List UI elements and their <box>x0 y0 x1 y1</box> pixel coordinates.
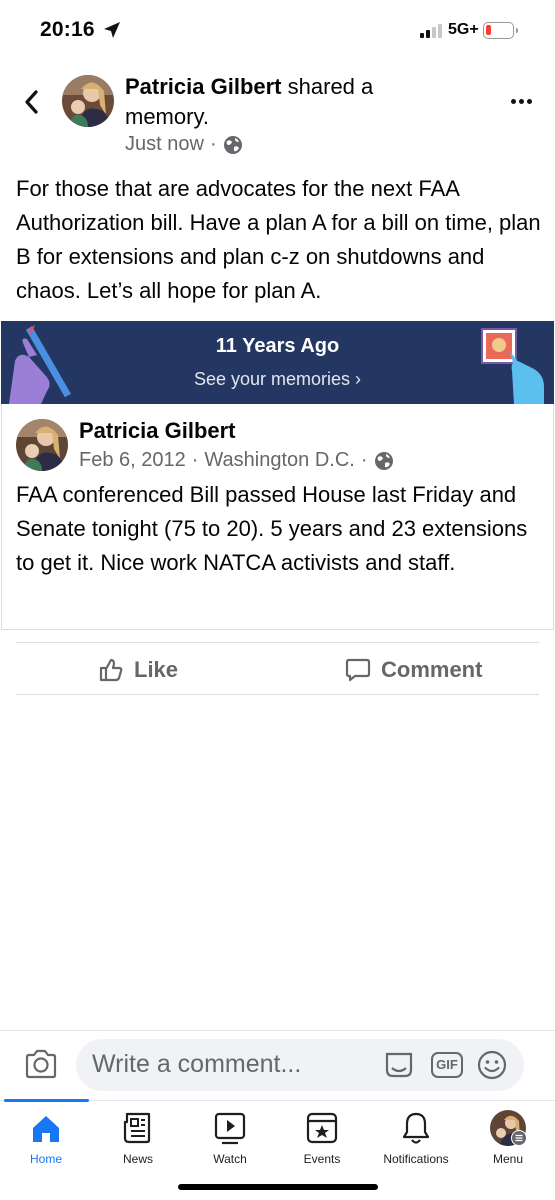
tab-menu-label: Menu <box>492 1152 524 1166</box>
thumbs-up-icon <box>99 658 123 682</box>
status-time: 20:16 <box>40 18 95 41</box>
back-arrow-icon[interactable] <box>20 89 46 115</box>
events-icon <box>306 1112 338 1144</box>
memory-post-text: FAA conferenced Bill passed House last F… <box>16 482 528 575</box>
home-indicator <box>178 1184 378 1190</box>
memory-post-meta: Feb 6, 2012 · Washington D.C. · <box>79 449 394 472</box>
tab-news-label: News <box>122 1152 153 1166</box>
emoji-icon[interactable] <box>477 1050 507 1080</box>
menu-hamburger-icon <box>511 1130 527 1146</box>
see-memories-link[interactable]: See your memories › <box>1 369 554 390</box>
like-button[interactable]: Like <box>98 652 178 688</box>
globe-icon <box>374 451 393 470</box>
memory-banner[interactable]: 11 Years Ago See your memories › <box>1 321 554 404</box>
active-tab-indicator <box>4 1099 89 1102</box>
comment-label: Comment <box>381 657 483 682</box>
tab-notifications[interactable]: Notifications <box>368 1108 464 1166</box>
tab-watch-label: Watch <box>213 1152 247 1166</box>
battery-icon <box>483 22 518 39</box>
more-options-icon[interactable] <box>511 99 532 104</box>
meta-separator: · <box>209 133 217 155</box>
bell-icon <box>402 1112 430 1144</box>
post-author-line: Patricia Gilbert shared a memory. <box>125 72 455 132</box>
actions-divider-top <box>16 642 539 643</box>
gif-button[interactable]: GIF <box>431 1052 463 1078</box>
location-arrow-icon <box>104 22 120 38</box>
memory-years-ago: 11 Years Ago <box>215 335 340 357</box>
memory-author-name[interactable]: Patricia Gilbert <box>79 418 236 444</box>
author-avatar[interactable] <box>62 75 114 127</box>
tab-events-label: Events <box>303 1152 341 1166</box>
author-name[interactable]: Patricia Gilbert <box>125 74 282 99</box>
post-meta: Just now · <box>125 133 243 156</box>
news-icon <box>123 1112 151 1144</box>
comment-placeholder: Write a comment... <box>92 1050 302 1078</box>
home-icon <box>33 1116 59 1142</box>
status-bar: 20:16 5G+ <box>0 0 555 62</box>
hand-pencil-illustration-icon <box>9 325 71 404</box>
signal-icon <box>420 24 442 38</box>
watch-icon <box>214 1112 246 1145</box>
post-text: For those that are advocates for the nex… <box>16 176 541 303</box>
memory-author-avatar[interactable] <box>16 419 68 471</box>
memory-post-location[interactable]: Washington D.C. <box>204 449 354 472</box>
tab-events[interactable]: Events <box>276 1108 368 1166</box>
meta-separator: · <box>360 449 368 471</box>
memory-post-date[interactable]: Feb 6, 2012 <box>79 449 186 472</box>
globe-icon <box>223 135 242 154</box>
network-type: 5G+ <box>448 21 479 38</box>
like-label: Like <box>134 657 179 682</box>
comment-button[interactable]: Comment <box>345 652 482 688</box>
tab-home[interactable]: Home <box>0 1108 92 1166</box>
sticker-icon[interactable] <box>383 1050 415 1080</box>
camera-icon[interactable] <box>24 1048 58 1080</box>
comment-bubble-icon <box>345 658 371 682</box>
tab-watch[interactable]: Watch <box>184 1108 276 1166</box>
hand-photo-illustration-icon <box>481 328 544 404</box>
meta-separator: · <box>191 449 199 471</box>
tab-news[interactable]: News <box>92 1108 184 1166</box>
post-time[interactable]: Just now <box>125 133 204 156</box>
actions-divider-bottom <box>16 694 539 695</box>
tab-notifications-label: Notifications <box>383 1152 449 1166</box>
tab-home-label: Home <box>29 1152 62 1166</box>
